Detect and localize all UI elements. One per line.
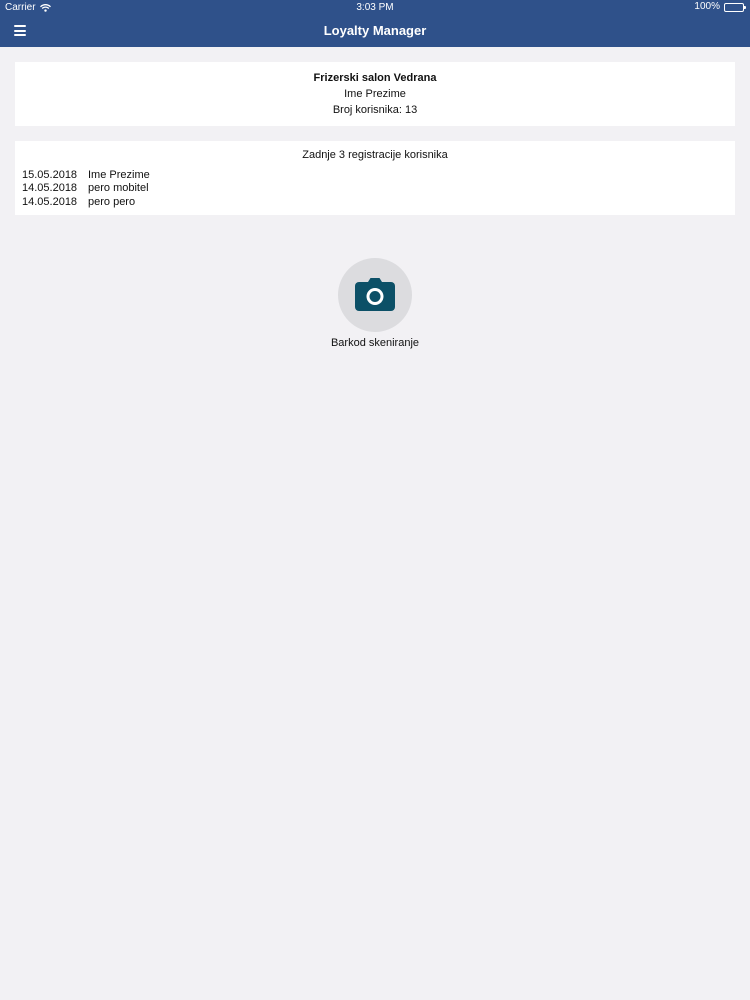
user-count: Broj korisnika: 13 (332, 104, 418, 116)
user-name: Ime Prezime (344, 88, 406, 100)
registration-name: Ime Prezime (88, 169, 150, 181)
registration-name: pero pero (88, 195, 136, 208)
barcode-scan-label[interactable]: Barkod skeniranje (0, 337, 750, 350)
registrations-list: 15.05.2018 Ime Prezime 14.05.2018 pero m… (22, 169, 150, 209)
camera-icon (355, 278, 395, 311)
registrations-title: Zadnje 3 registracije korisnika (302, 149, 448, 161)
list-item: 14.05.2018 pero mobitel (22, 182, 150, 195)
barcode-scan-button[interactable] (338, 258, 412, 332)
registration-name: pero mobitel (88, 182, 149, 195)
status-time: 3:03 PM (356, 2, 394, 13)
recent-registrations-card: Zadnje 3 registracije korisnika 15.05.20… (15, 141, 735, 215)
list-item: 14.05.2018 pero pero (22, 196, 150, 209)
list-item: 15.05.2018 Ime Prezime (22, 169, 150, 182)
battery-percent: 100% (694, 1, 720, 12)
registration-date: 14.05.2018 (22, 195, 78, 208)
registration-date: 14.05.2018 (22, 182, 78, 195)
salon-info-card: Frizerski salon Vedrana Ime Prezime Broj… (15, 62, 735, 126)
battery-icon (724, 2, 746, 12)
navigation-bar: Carrier 3:03 PM 100% Loyalty Manager (0, 0, 750, 47)
status-bar-right: 100% (694, 1, 746, 12)
salon-name: Frizerski salon Vedrana (313, 72, 437, 84)
page-title: Loyalty Manager (323, 23, 427, 38)
registration-date: 15.05.2018 (22, 169, 78, 181)
